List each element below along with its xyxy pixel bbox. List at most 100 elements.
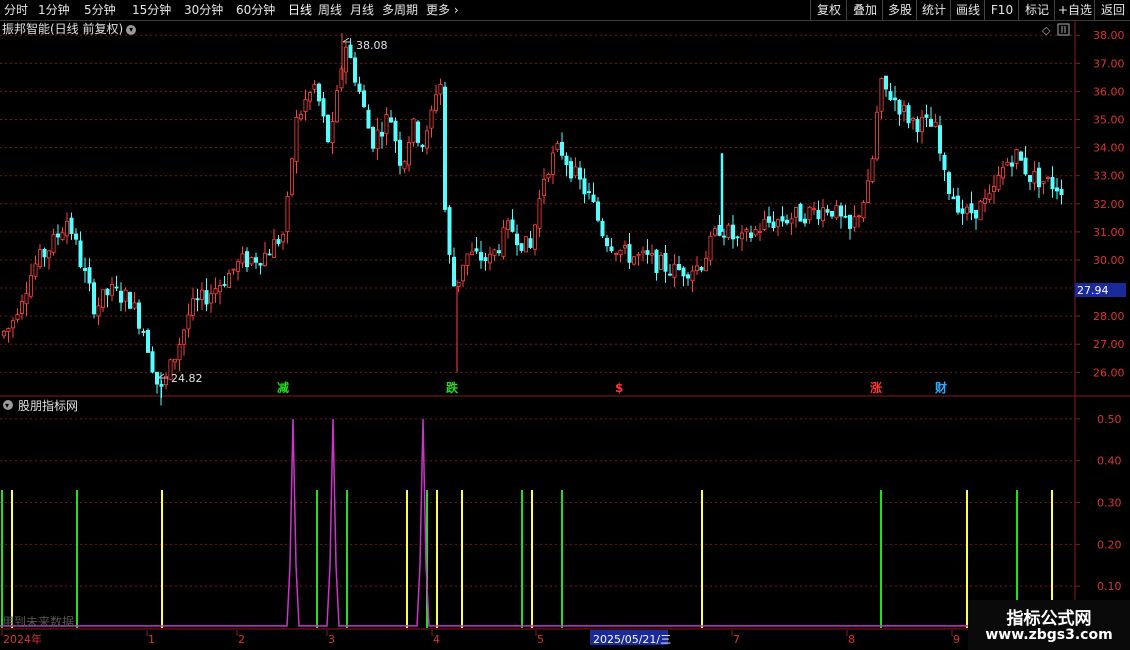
candle-body [249, 257, 254, 265]
candle-body [1005, 161, 1010, 166]
y-axis-label-sub: 0.20 [1097, 538, 1122, 551]
candle-body [839, 205, 844, 217]
event-marker[interactable]: 财 [934, 380, 947, 395]
low-price-label: 24.82 [171, 372, 203, 385]
candle-body [663, 252, 668, 272]
candle-body [217, 285, 222, 293]
candle-body [402, 161, 407, 170]
candle-body [816, 209, 821, 220]
logo-url: www.zbgs3.com [985, 627, 1113, 643]
candle-body [528, 238, 533, 248]
date-axis-label: 3 [328, 633, 335, 646]
candle-body [1055, 187, 1060, 192]
candle-body [515, 233, 520, 246]
candle-body [960, 208, 965, 214]
candle-body [276, 239, 281, 244]
candle-body [420, 144, 425, 148]
candle-body [951, 196, 956, 200]
candle-body [119, 290, 124, 303]
candle-body [1010, 162, 1015, 167]
candle-body [15, 314, 20, 321]
candle-body [929, 118, 934, 127]
candle-body [605, 237, 610, 247]
candle-body [379, 131, 384, 137]
candle-body [375, 129, 380, 150]
candle-body [812, 208, 817, 211]
candle-body [6, 328, 11, 333]
y-axis-label-main: 32.00 [1093, 198, 1125, 211]
candle-body [433, 94, 438, 111]
event-marker[interactable]: 跌 [446, 380, 459, 395]
event-marker[interactable]: 涨 [870, 380, 882, 395]
candle-body [397, 139, 402, 166]
candle-body [384, 114, 389, 135]
candle-body [857, 215, 862, 218]
candle-body [668, 273, 673, 276]
candle-body [546, 173, 551, 179]
candle-body [834, 205, 839, 219]
scroll-panel-icon[interactable] [1057, 23, 1070, 36]
candle-body [776, 219, 781, 227]
candle-body [542, 178, 547, 196]
candle-body [285, 195, 290, 232]
candle-body [424, 130, 429, 149]
candle-body [636, 253, 641, 257]
candle-body [659, 255, 664, 270]
y-axis-label-main: 37.00 [1093, 57, 1125, 70]
candle-body [726, 224, 731, 239]
candle-body [177, 344, 182, 361]
candle-body [704, 257, 709, 272]
candle-body [78, 240, 83, 268]
candle-body [348, 44, 353, 59]
candle-body [366, 109, 371, 129]
candle-body [623, 245, 628, 249]
candle-body [888, 91, 893, 101]
candle-body [852, 216, 857, 228]
candle-body [771, 221, 776, 229]
candle-body [600, 220, 605, 237]
candle-body [226, 272, 231, 288]
candle-body [762, 218, 767, 230]
candle-body [1041, 181, 1046, 184]
candle-body [28, 275, 33, 297]
candle-body [744, 229, 749, 233]
candle-body [1037, 167, 1042, 188]
candle-body [181, 329, 186, 345]
candle-body [609, 246, 614, 252]
candle-body [199, 289, 204, 300]
candle-body [618, 249, 623, 256]
candle-body [533, 224, 538, 250]
candle-body [695, 265, 700, 272]
candle-body [996, 175, 1001, 190]
candle-body [1014, 149, 1019, 164]
candle-body [74, 233, 79, 240]
candle-body [672, 263, 677, 278]
candle-body [478, 252, 483, 261]
candle-body [361, 90, 366, 108]
y-axis-label-main: 34.00 [1093, 142, 1125, 155]
candle-body [186, 314, 191, 330]
event-marker[interactable]: 减 [277, 380, 289, 395]
candle-body [334, 90, 339, 123]
y-axis-label-main: 35.00 [1093, 114, 1125, 127]
candle-body [65, 220, 70, 237]
event-marker[interactable]: $ [615, 381, 623, 395]
kline-chart[interactable]: 38.00 37.00 36.00 35.00 34.00 33.00 32.00 31.00… [0, 0, 1130, 650]
candle-body [51, 234, 56, 254]
candle-body [722, 235, 727, 238]
candle-body [343, 46, 348, 73]
diamond-icon[interactable]: ◇ [1042, 24, 1051, 37]
candle-body [627, 244, 632, 263]
high-price-label: 38.08 [356, 39, 388, 52]
candle-body [47, 250, 52, 259]
candle-body [861, 202, 866, 219]
candle-body [114, 286, 119, 289]
candle-body [496, 250, 501, 254]
candle-body [42, 248, 47, 258]
y-axis-label-main: 33.00 [1093, 170, 1125, 183]
candle-body [956, 195, 961, 213]
candle-body [24, 293, 29, 305]
candle-body [911, 118, 916, 121]
candle-body [924, 114, 929, 118]
y-axis-label-main: 31.00 [1093, 226, 1125, 239]
